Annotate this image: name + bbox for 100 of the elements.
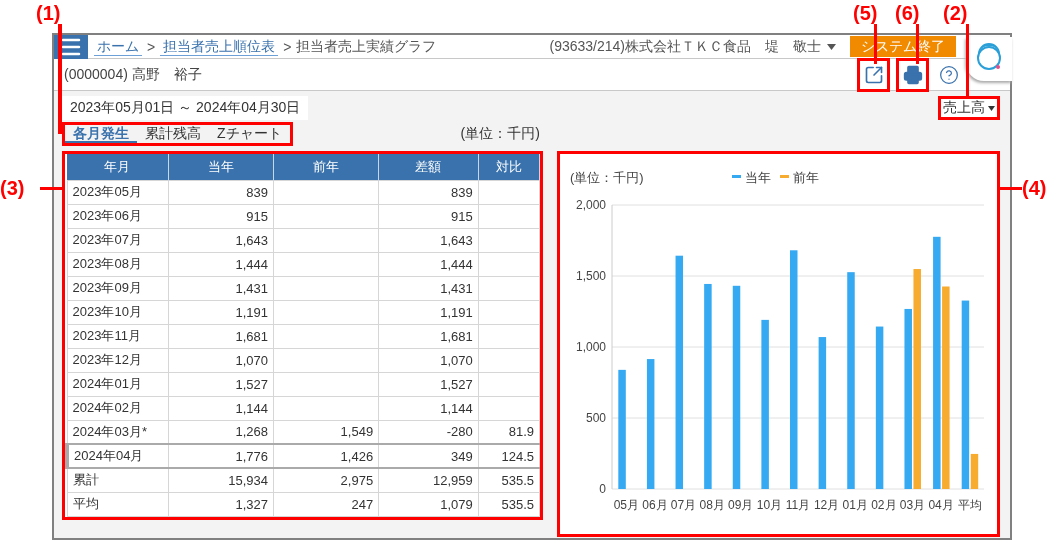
table-cell: 2023年05月 bbox=[67, 180, 169, 204]
callout-label: (6) bbox=[895, 2, 920, 24]
table-cell: 1,681 bbox=[378, 324, 479, 348]
axis-category-label: 08月 bbox=[699, 498, 725, 512]
callout-label: (3) bbox=[0, 177, 25, 199]
axis-tick-label: 1,500 bbox=[575, 269, 606, 283]
axis-tick-label: 500 bbox=[585, 411, 606, 425]
table-cell bbox=[478, 300, 540, 324]
table-cell: 1,144 bbox=[378, 396, 479, 420]
table-cell: 2023年07月 bbox=[67, 228, 169, 252]
table-cell: 2023年06月 bbox=[67, 204, 169, 228]
table-cell: 1,444 bbox=[168, 252, 274, 276]
table-cell: 535.5 bbox=[478, 492, 540, 516]
table-cell: 1,444 bbox=[378, 252, 479, 276]
callout-label: (2) bbox=[943, 2, 968, 24]
view-tab[interactable]: Zチャート bbox=[209, 125, 290, 143]
caret-icon bbox=[988, 105, 995, 111]
table-cell: 2,975 bbox=[273, 468, 379, 492]
column-header: 年月 bbox=[67, 154, 169, 180]
table-cell: 1,070 bbox=[378, 348, 479, 372]
caret-icon[interactable] bbox=[827, 43, 836, 50]
column-header: 対比 bbox=[478, 154, 540, 180]
axis-category-label: 04月 bbox=[928, 498, 954, 512]
table-cell bbox=[478, 324, 540, 348]
table-cell: 915 bbox=[168, 204, 274, 228]
table-cell bbox=[478, 204, 540, 228]
legend-item: 前年 bbox=[780, 170, 819, 185]
column-header: 前年 bbox=[273, 154, 379, 180]
breadcrumb-link[interactable]: ホーム bbox=[94, 37, 142, 56]
view-tab[interactable]: 累計残高 bbox=[137, 125, 209, 143]
table-cell: 2024年02月 bbox=[67, 396, 169, 420]
axis-category-label: 05月 bbox=[613, 498, 639, 512]
axis-tick-label: 0 bbox=[599, 482, 606, 496]
table-cell bbox=[478, 372, 540, 396]
table-cell bbox=[478, 252, 540, 276]
column-header: 差額 bbox=[378, 154, 479, 180]
callout-label: (1) bbox=[36, 2, 61, 24]
table-cell: 1,643 bbox=[168, 228, 274, 252]
unit-label: (単位：千円) bbox=[460, 125, 540, 143]
view-tab[interactable]: 各月発生 bbox=[65, 125, 137, 143]
table-cell: 2024年03月* bbox=[67, 420, 169, 444]
table-cell: 2023年12月 bbox=[67, 348, 169, 372]
table-cell: 2023年10月 bbox=[67, 300, 169, 324]
table-cell: 1,527 bbox=[168, 372, 274, 396]
column-header: 当年 bbox=[168, 154, 274, 180]
table-cell: 1,431 bbox=[378, 276, 479, 300]
legend-label: 前年 bbox=[793, 170, 819, 185]
table-cell: 12,959 bbox=[378, 468, 479, 492]
axis-category-label: 11月 bbox=[785, 498, 811, 512]
breadcrumb-link[interactable]: 担当者売上順位表 bbox=[160, 37, 279, 56]
table-cell bbox=[478, 276, 540, 300]
table-cell bbox=[478, 180, 540, 204]
table-cell: 累計 bbox=[67, 468, 169, 492]
axis-category-label: 07月 bbox=[670, 498, 697, 512]
axis-category-label: 10月 bbox=[756, 498, 783, 512]
table-cell: 1,191 bbox=[378, 300, 479, 324]
table-cell: 839 bbox=[378, 180, 479, 204]
measure-dropdown[interactable]: 売上高 bbox=[941, 99, 997, 117]
breadcrumb-separator: > bbox=[283, 38, 292, 55]
period-range: 2023年05月01日 ～ 2024年04月30日 bbox=[62, 96, 309, 120]
axis-category-label: 12月 bbox=[813, 498, 840, 512]
legend-item: 当年 bbox=[732, 170, 771, 185]
axis-category-label: 09月 bbox=[728, 498, 754, 512]
table-cell: 1,681 bbox=[168, 324, 274, 348]
axis-category-label: 平均 bbox=[957, 498, 982, 512]
table-cell: 2024年01月 bbox=[67, 372, 169, 396]
table-cell: 15,934 bbox=[168, 468, 274, 492]
table-cell: 2023年09月 bbox=[67, 276, 169, 300]
unit-label: (単位：千円) bbox=[570, 170, 644, 185]
table-cell bbox=[478, 348, 540, 372]
table-cell: 1,643 bbox=[378, 228, 479, 252]
axis-category-label: 03月 bbox=[899, 498, 926, 512]
table-cell: 1,431 bbox=[168, 276, 274, 300]
axis-category-label: 02月 bbox=[871, 498, 897, 512]
table-cell: 915 bbox=[378, 204, 479, 228]
table-cell: 839 bbox=[168, 180, 274, 204]
person-name: (0000004) 高野 裕子 bbox=[64, 65, 202, 84]
breadcrumb-current: 担当者売上実績グラフ bbox=[296, 37, 437, 56]
table-cell: 247 bbox=[273, 492, 379, 516]
table-cell: 1,079 bbox=[378, 492, 479, 516]
table-cell: 1,144 bbox=[168, 396, 274, 420]
table-cell bbox=[478, 396, 540, 420]
table-cell: 2023年08月 bbox=[67, 252, 169, 276]
breadcrumb-separator: > bbox=[147, 38, 156, 55]
legend-label: 当年 bbox=[745, 170, 771, 185]
axis-category-label: 01月 bbox=[842, 498, 868, 512]
support-avatar-icon[interactable] bbox=[966, 37, 1012, 81]
table-cell: 2024年04月 bbox=[67, 444, 169, 468]
axis-category-label: 06月 bbox=[642, 498, 668, 512]
callout-label: (4) bbox=[1022, 177, 1047, 199]
table-cell: 1,070 bbox=[168, 348, 274, 372]
account-name[interactable]: (93633/214)株式会社ＴＫＣ食品 堤 敬士 bbox=[549, 37, 821, 56]
table-cell: 1,327 bbox=[168, 492, 274, 516]
axis-tick-label: 2,000 bbox=[575, 198, 606, 212]
table-cell: 2023年11月 bbox=[67, 324, 169, 348]
callout-label: (5) bbox=[853, 2, 878, 24]
table-cell: 平均 bbox=[67, 492, 169, 516]
axis-tick-label: 1,000 bbox=[575, 340, 606, 354]
table-cell: 535.5 bbox=[478, 468, 540, 492]
table-cell: 1,527 bbox=[378, 372, 479, 396]
